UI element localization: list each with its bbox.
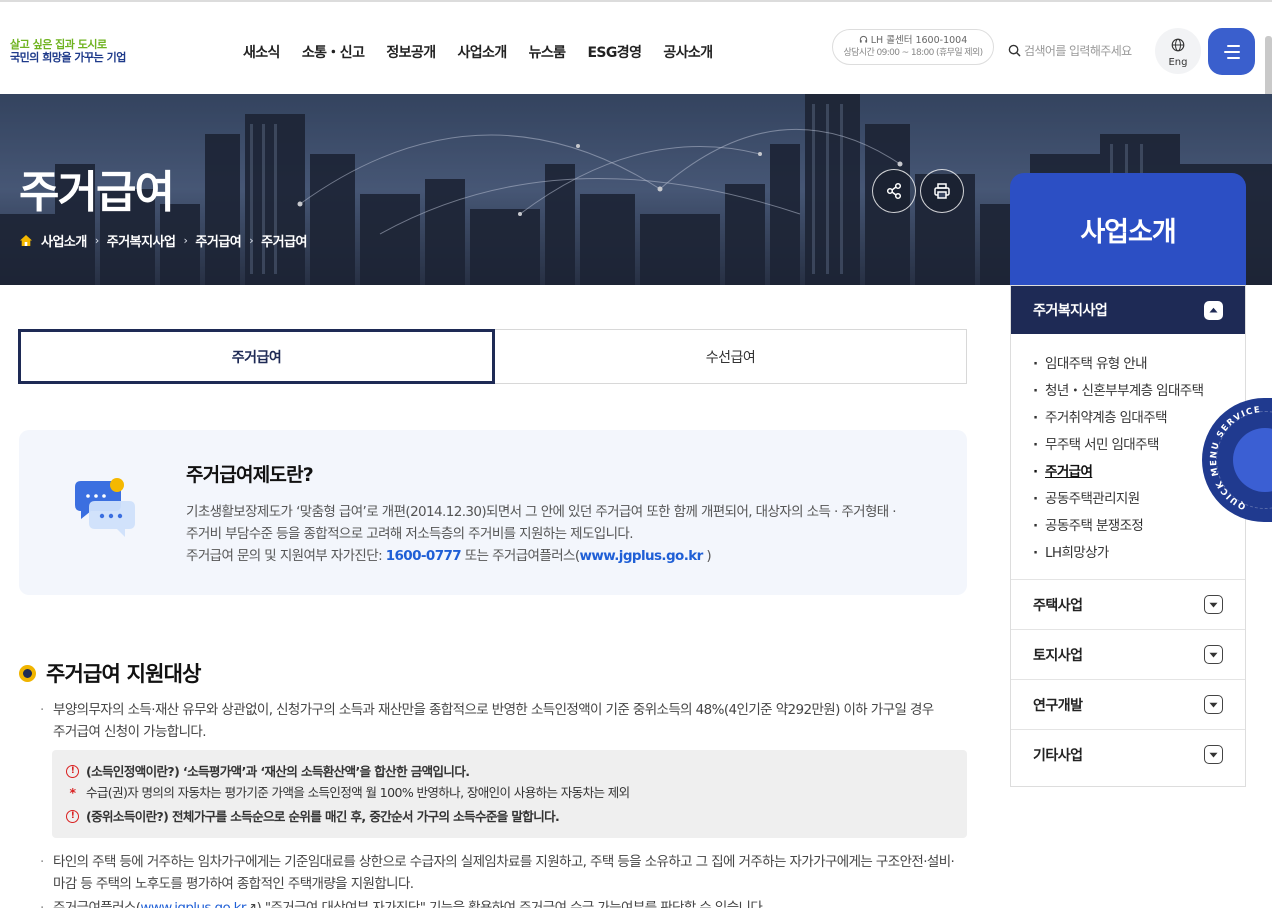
expand-icon[interactable] <box>1204 695 1223 714</box>
quick-menu-button[interactable]: QUICK MENU SERVICE <box>1202 398 1272 522</box>
tab-repair-benefit[interactable]: 수선급여 <box>495 329 967 384</box>
quick-menu-text-ring: QUICK MENU SERVICE <box>1209 405 1262 511</box>
definition-note: ! (소득인정액이란?) ‘소득평가액’과 ‘재산의 소득환산액’을 합산한 금… <box>52 750 967 838</box>
section-title: 주거급여 지원대상 <box>46 662 201 686</box>
side-nav-group-housing-welfare[interactable]: 주거복지사업 <box>1011 286 1245 334</box>
search-input[interactable]: 검색어를 입력해주세요 <box>1008 42 1132 59</box>
all-menu-button[interactable] <box>1208 28 1255 75</box>
breadcrumb-item[interactable]: 주거복지사업 <box>107 231 176 250</box>
callcenter-badge[interactable]: LH 콜센터 1600-1004 상담시간 09:00 ~ 18:00 (휴무일… <box>832 29 994 65</box>
chevron-right-icon: › <box>249 234 254 247</box>
print-button[interactable] <box>920 169 964 213</box>
share-button[interactable] <box>872 169 916 213</box>
alert-icon: ! <box>66 765 79 778</box>
expand-icon[interactable] <box>1204 745 1223 764</box>
speech-bubble-icon <box>75 478 135 537</box>
content-tabs: 주거급여 수선급여 <box>18 329 967 384</box>
breadcrumb: 사업소개 › 주거복지사업 › 주거급여 › 주거급여 <box>19 231 308 250</box>
support-paragraph: · 타인의 주택 등에 거주하는 임차가구에게는 기준임대료를 상한으로 수급자의… <box>40 854 955 892</box>
side-nav-sub-item[interactable]: · 임대주택 유형 안내 <box>1033 351 1245 378</box>
callcenter-number: LH 콜센터 1600-1004 <box>870 35 968 46</box>
nav-newsroom[interactable]: 뉴스룸 <box>529 42 566 62</box>
side-nav-header: 사업소개 <box>1010 173 1246 285</box>
home-icon[interactable] <box>19 234 33 247</box>
side-nav-group-other[interactable]: 기타사업 <box>1011 729 1245 779</box>
side-nav-group-research[interactable]: 연구개발 <box>1011 679 1245 729</box>
jgplus-selfcheck-link[interactable]: www.jgplus.go.kr <box>140 900 246 908</box>
printer-icon <box>934 183 950 199</box>
breadcrumb-item[interactable]: 사업소개 <box>41 231 87 250</box>
svg-text:QUICK MENU SERVICE: QUICK MENU SERVICE <box>1209 405 1262 511</box>
side-nav-group-land[interactable]: 토지사업 <box>1011 629 1245 679</box>
quick-menu-label: QUICK MENU SERVICE <box>1209 405 1261 511</box>
breadcrumb-item[interactable]: 주거급여 <box>195 231 241 250</box>
chevron-right-icon: › <box>183 234 188 247</box>
globe-icon <box>1171 38 1185 52</box>
page-title: 주거급여 <box>19 167 175 218</box>
callcenter-hours: 상담시간 09:00 ~ 18:00 (휴무일 제외) <box>843 48 983 58</box>
tab-housing-benefit[interactable]: 주거급여 <box>18 329 495 384</box>
site-header: 살고 싶은 집과 도시로 국민의 희망을 가꾸는 기업 새소식 소통・신고 정보… <box>0 0 1272 94</box>
expand-icon[interactable] <box>1204 645 1223 664</box>
selfcheck-paragraph: · 주거급여플러스(www.jgplus.go.kr↗) "주거급여 대상여부 자… <box>40 897 970 908</box>
language-label: Eng <box>1168 57 1188 68</box>
breadcrumb-item-current: 주거급여 <box>261 235 308 250</box>
nav-business[interactable]: 사업소개 <box>458 42 508 62</box>
collapse-icon[interactable] <box>1204 300 1223 320</box>
phone-link[interactable]: 1600-0777 <box>386 548 462 564</box>
side-nav: 주거복지사업 · 임대주택 유형 안내 · 청년・신혼부부계층 임대주택 · 주거취약… <box>1010 285 1246 787</box>
lh-logo[interactable]: 살고 싶은 집과 도시로 국민의 희망을 가꾸는 기업 <box>10 38 150 64</box>
language-button[interactable]: Eng <box>1155 28 1201 74</box>
side-nav-group-label: 주거복지사업 <box>1033 303 1108 319</box>
side-nav-group-housing[interactable]: 주택사업 <box>1011 579 1245 629</box>
hamburger-icon <box>1223 44 1240 59</box>
expand-icon[interactable] <box>1204 595 1223 614</box>
search-placeholder: 검색어를 입력해주세요 <box>1024 44 1132 58</box>
section-heading: 주거급여 지원대상 <box>19 658 201 688</box>
nav-communication[interactable]: 소통・신고 <box>302 42 365 62</box>
share-icon <box>886 182 902 200</box>
heading-bullet-icon <box>19 664 36 682</box>
side-nav-sub-item[interactable]: · LH희망상가 <box>1033 540 1245 567</box>
intro-description: 기초생활보장제도가 ‘맞춤형 급여’로 개편(2014.12.30)되면서 그 … <box>186 504 897 564</box>
logo-slogan-line2: 국민의 희망을 가꾸는 기업 <box>10 51 126 64</box>
intro-box: 주거급여제도란? 기초생활보장제도가 ‘맞춤형 급여’로 개편(2014.12.… <box>19 430 967 595</box>
nav-disclosure[interactable]: 정보공개 <box>386 42 436 62</box>
global-nav: 새소식 소통・신고 정보공개 사업소개 뉴스룸 ESG경영 공사소개 <box>243 42 713 62</box>
external-link-icon: ↗ <box>245 900 257 908</box>
eligibility-paragraph: · 부양의무자의 소득·재산 유무와 상관없이, 신청가구의 소득과 재산만을 종… <box>40 702 934 740</box>
logo-slogan-line1: 살고 싶은 집과 도시로 <box>10 38 107 51</box>
chevron-right-icon: › <box>94 234 99 247</box>
alert-icon: ! <box>66 810 79 823</box>
jgplus-link[interactable]: www.jgplus.go.kr <box>580 548 704 564</box>
headset-icon <box>859 35 867 43</box>
search-icon <box>1008 44 1021 57</box>
side-nav-title: 사업소개 <box>1080 216 1176 248</box>
nav-news[interactable]: 새소식 <box>243 42 280 62</box>
intro-title: 주거급여제도란? <box>186 464 314 486</box>
nav-about[interactable]: 공사소개 <box>663 42 713 62</box>
nav-esg[interactable]: ESG경영 <box>587 42 642 62</box>
asterisk-icon: * <box>69 785 77 800</box>
